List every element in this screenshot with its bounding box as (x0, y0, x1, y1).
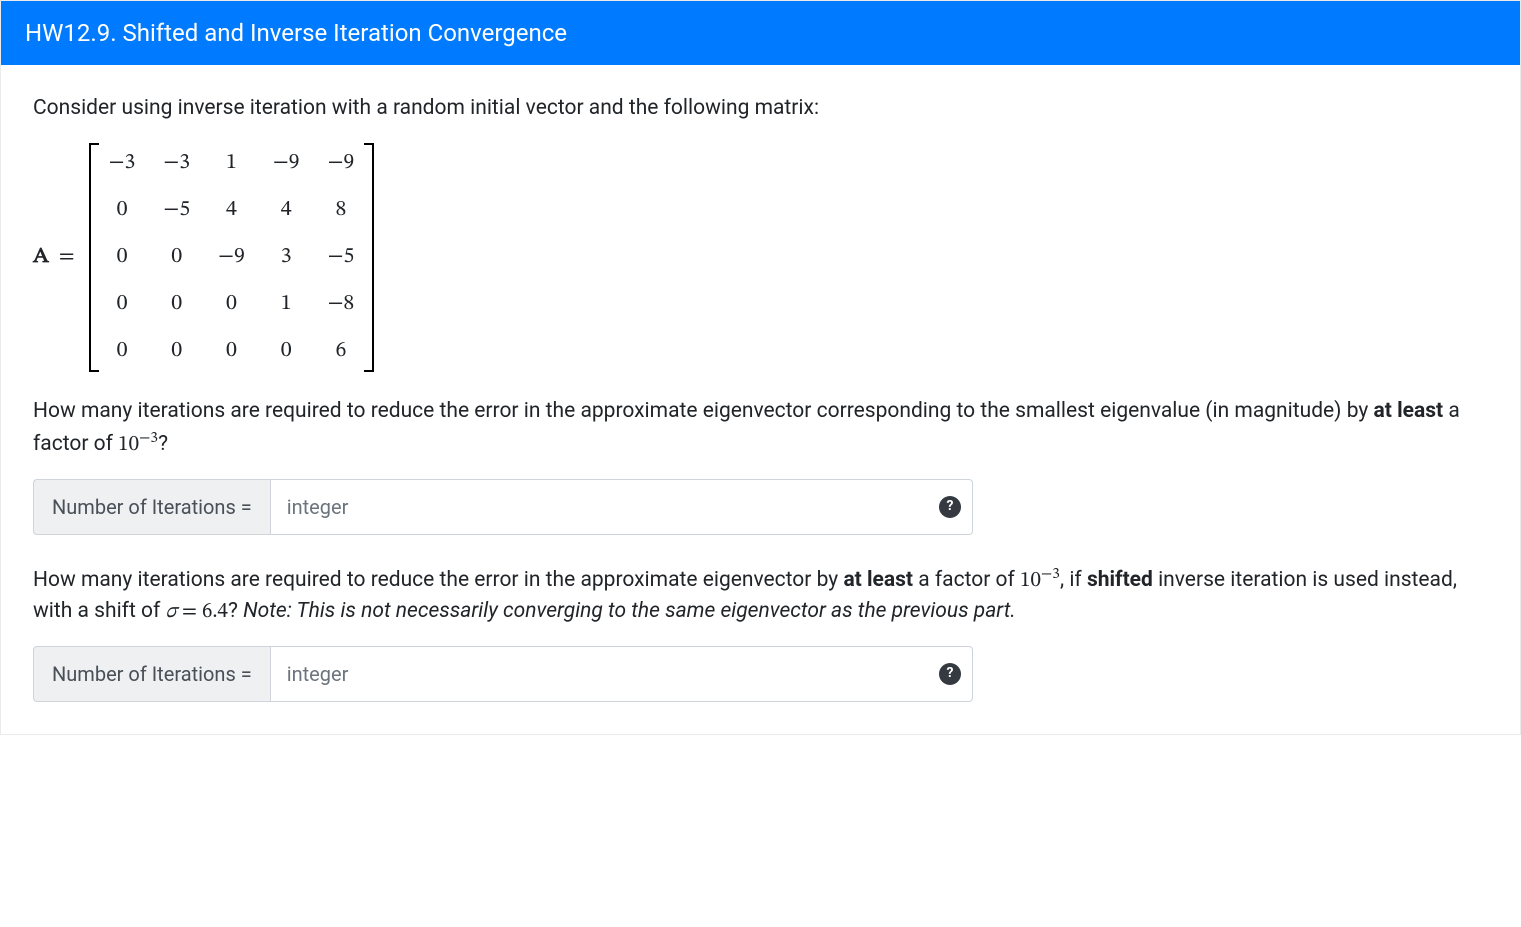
matrix-cell: 0 (163, 335, 190, 368)
matrix-cell: −9 (218, 241, 245, 274)
matrix-cell: 3 (273, 241, 300, 274)
matrix-cell: −9 (273, 147, 300, 180)
question-2-text: How many iterations are required to redu… (33, 563, 1488, 628)
q2-text-1: How many iterations are required to redu… (33, 568, 843, 592)
matrix-cell: 0 (163, 241, 190, 274)
q2-exp: −3 (1041, 566, 1060, 582)
matrix-cell: 0 (218, 335, 245, 368)
q1-bold: at least (1374, 399, 1444, 423)
question-body: Consider using inverse iteration with a … (1, 65, 1520, 734)
help-icon[interactable]: ? (939, 663, 961, 685)
q2-sigma: σ (166, 601, 177, 622)
matrix-brackets: −3−31−9−90−544800−93−50001−800006 (85, 143, 379, 372)
q1-text-1: How many iterations are required to redu… (33, 399, 1374, 423)
q2-text-3: , if (1060, 568, 1087, 592)
matrix-cell: 0 (109, 241, 136, 274)
q2-text-2: a factor of (913, 568, 1020, 592)
matrix-cell: −8 (328, 288, 355, 321)
q1-exp: −3 (139, 430, 158, 446)
question-title: HW12.9. Shifted and Inverse Iteration Co… (25, 19, 567, 47)
matrix-cell: 4 (273, 194, 300, 227)
help-icon[interactable]: ? (939, 496, 961, 518)
matrix-equation: A = −3−31−9−90−544800−93−50001−800006 (33, 143, 1488, 372)
q1-text-3: ? (158, 432, 168, 456)
answer-1-row: Number of Iterations = ? (33, 479, 973, 535)
matrix-cell: −5 (163, 194, 190, 227)
matrix-cell: 0 (109, 335, 136, 368)
q1-math: 10−3 (118, 434, 158, 455)
q2-sigma-val: 6.4 (202, 601, 228, 622)
answer-1-field-wrap: ? (270, 479, 973, 535)
matrix-cell: 0 (218, 288, 245, 321)
matrix-cell: 0 (163, 288, 190, 321)
matrix-cell: 0 (109, 288, 136, 321)
answer-2-field-wrap: ? (270, 646, 973, 702)
answer-2-label: Number of Iterations = (33, 646, 270, 702)
q2-base: 10 (1020, 570, 1041, 591)
matrix-cell: 8 (328, 194, 355, 227)
matrix-cell: −9 (328, 147, 355, 180)
matrix-cell: −3 (109, 147, 136, 180)
answer-2-input[interactable] (270, 646, 973, 702)
matrix-cell: 1 (218, 147, 245, 180)
answer-1-label: Number of Iterations = (33, 479, 270, 535)
intro-text: Consider using inverse iteration with a … (33, 93, 1488, 125)
q2-bold-2: shifted (1087, 568, 1153, 592)
matrix-cell: 4 (218, 194, 245, 227)
q2-eq: = (177, 601, 202, 622)
matrix-cell: 0 (273, 335, 300, 368)
equals-sign: = (55, 241, 85, 274)
matrix-grid: −3−31−9−90−544800−93−50001−800006 (99, 143, 365, 372)
matrix-cell: 6 (328, 335, 355, 368)
question-card: HW12.9. Shifted and Inverse Iteration Co… (0, 0, 1521, 735)
q2-math-1: 10−3 (1020, 570, 1060, 591)
right-bracket (364, 143, 378, 372)
matrix-symbol: A (33, 241, 55, 274)
matrix-cell: −5 (328, 241, 355, 274)
answer-2-row: Number of Iterations = ? (33, 646, 973, 702)
answer-1-input[interactable] (270, 479, 973, 535)
matrix-cell: 0 (109, 194, 136, 227)
question-1-text: How many iterations are required to redu… (33, 396, 1488, 461)
question-header: HW12.9. Shifted and Inverse Iteration Co… (1, 1, 1520, 65)
matrix-cell: 1 (273, 288, 300, 321)
matrix-cell: −3 (163, 147, 190, 180)
q2-bold-1: at least (843, 568, 913, 592)
q2-note: Note: This is not necessarily converging… (243, 599, 1016, 623)
q2-text-5: ? (228, 599, 243, 623)
left-bracket (85, 143, 99, 372)
q1-base: 10 (118, 434, 139, 455)
q2-sigma-expr: σ = 6.4 (166, 601, 228, 622)
